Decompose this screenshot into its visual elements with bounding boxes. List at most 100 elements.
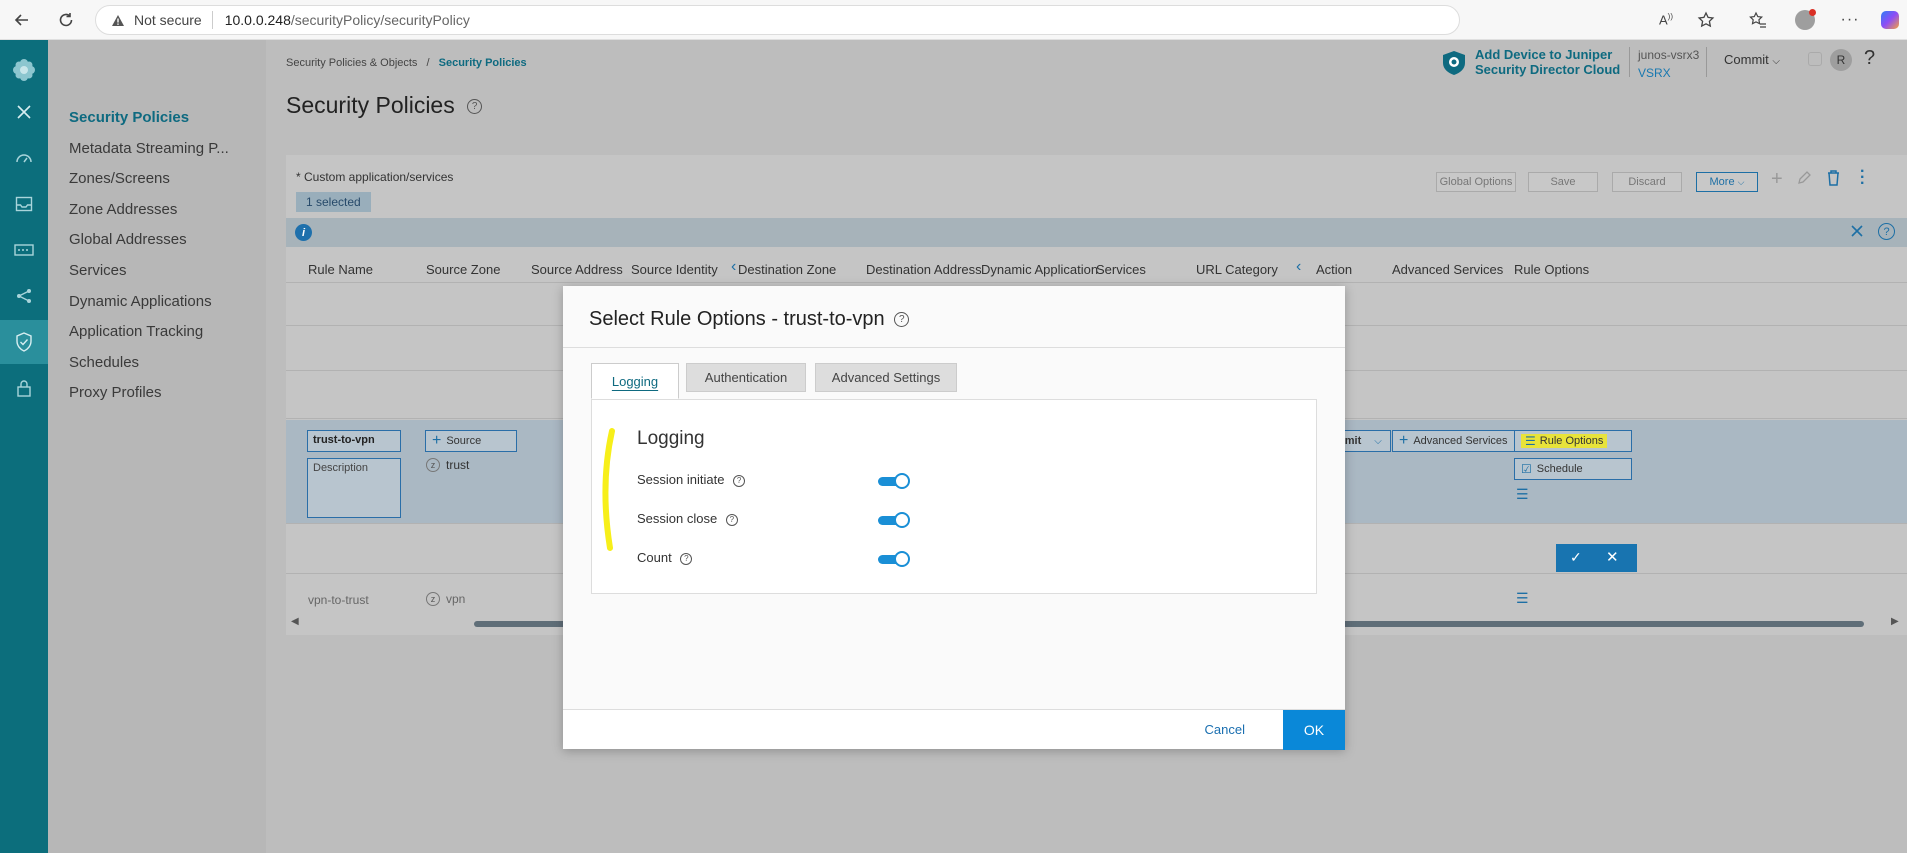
rule-options-modal: Select Rule Options - trust-to-vpn ? Log… (563, 286, 1345, 750)
count-toggle[interactable] (878, 551, 910, 567)
save-button[interactable]: Save (1528, 172, 1598, 192)
help-question-icon[interactable]: ? (1864, 47, 1875, 70)
collapse-left-icon[interactable]: ‹ (731, 258, 736, 276)
cancel-button[interactable]: Cancel (1205, 722, 1245, 737)
edit-pencil-icon[interactable] (1796, 170, 1812, 189)
help-icon[interactable]: ? (733, 474, 746, 487)
col-action[interactable]: Action (1316, 262, 1352, 277)
list-icon[interactable]: ☰ (1516, 590, 1529, 607)
scroll-right-icon[interactable]: ▶ (1891, 616, 1899, 627)
description-input[interactable]: Description (307, 458, 401, 518)
col-services[interactable]: Services (1096, 262, 1146, 277)
help-circle-icon[interactable]: ? (1878, 223, 1895, 240)
col-source-zone[interactable]: Source Zone (426, 262, 500, 277)
schedule-button[interactable]: ☑ Schedule (1514, 458, 1632, 480)
session-close-toggle[interactable] (878, 512, 910, 528)
col-rule-name[interactable]: Rule Name (308, 262, 373, 277)
tab-authentication[interactable]: Authentication (686, 363, 806, 392)
session-initiate-label: Session initiate ? (637, 472, 746, 487)
count-label: Count ? (637, 550, 693, 565)
help-icon[interactable]: ? (894, 312, 910, 328)
rule-name-input[interactable]: trust-to-vpn (307, 430, 401, 452)
help-icon[interactable]: ? (725, 513, 738, 526)
list-icon[interactable]: ☰ (1516, 486, 1529, 503)
sidemenu-item-dynamic-applications[interactable]: Dynamic Applications (69, 293, 212, 310)
sidemenu-item-security-policies[interactable]: Security Policies (69, 109, 189, 126)
back-arrow-icon[interactable] (10, 8, 34, 32)
close-filter-icon[interactable] (1850, 224, 1864, 241)
logging-tab-panel: Logging Session initiate ? Session close… (591, 399, 1317, 594)
sidemenu-item-application-tracking[interactable]: Application Tracking (69, 323, 203, 340)
row-confirm-bar: ✓ ✕ (1556, 544, 1637, 572)
device-type: VSRX (1638, 66, 1671, 80)
commit-menu[interactable]: Commit ⌵ (1724, 52, 1780, 67)
more-button[interactable]: More ⌵ (1696, 172, 1758, 192)
col-source-address[interactable]: Source Address (531, 262, 623, 277)
breadcrumb-root[interactable]: Security Policies & Objects (286, 57, 417, 69)
browser-toolbar: Not secure 10.0.0.248/securityPolicy/sec… (0, 0, 1907, 40)
col-source-identity[interactable]: Source Identity (631, 262, 718, 277)
add-icon[interactable]: + (1771, 168, 1783, 191)
dashboard-gauge-icon[interactable] (0, 136, 48, 180)
plus-icon: + (432, 432, 442, 449)
kebab-menu-icon[interactable]: · · · (1860, 164, 1865, 192)
source-zone-value: z trust (426, 458, 469, 472)
favorite-star-icon[interactable] (1694, 8, 1718, 32)
breadcrumb: Security Policies & Objects / Security P… (286, 57, 527, 69)
notification-icon[interactable] (1808, 52, 1822, 66)
info-icon: i (295, 224, 312, 241)
security-shield-icon[interactable] (0, 320, 48, 364)
discard-button[interactable]: Discard (1612, 172, 1682, 192)
address-bar[interactable]: Not secure 10.0.0.248/securityPolicy/sec… (95, 5, 1460, 35)
zone-icon: z (426, 458, 440, 472)
tab-advanced-settings[interactable]: Advanced Settings (815, 363, 957, 392)
sidemenu-item-zone-addresses[interactable]: Zone Addresses (69, 201, 177, 218)
advanced-services-button[interactable]: + Advanced Services (1392, 430, 1516, 452)
refresh-icon[interactable] (54, 8, 78, 32)
sidemenu-item-schedules[interactable]: Schedules (69, 354, 139, 371)
help-icon[interactable]: ? (467, 99, 483, 115)
col-dynamic-application[interactable]: Dynamic Application (981, 262, 1098, 277)
sidemenu-item-metadata-streaming[interactable]: Metadata Streaming P... (69, 140, 229, 157)
copilot-icon[interactable] (1878, 8, 1902, 32)
col-advanced-services[interactable]: Advanced Services (1392, 262, 1503, 277)
lock-icon[interactable] (0, 366, 48, 410)
favorites-list-icon[interactable] (1746, 8, 1770, 32)
side-menu: Security Policies Metadata Streaming P..… (48, 40, 266, 853)
sidemenu-item-global-addresses[interactable]: Global Addresses (69, 231, 187, 248)
tab-logging[interactable]: Logging (591, 363, 679, 399)
check-icon[interactable]: ✓ (1570, 549, 1582, 566)
device-name: junos-vsrx3 (1638, 48, 1700, 62)
custom-note: * Custom application/services (296, 170, 454, 184)
sidemenu-item-services[interactable]: Services (69, 262, 127, 279)
sidemenu-item-zones-screens[interactable]: Zones/Screens (69, 170, 170, 187)
ok-button[interactable]: OK (1283, 710, 1345, 750)
global-options-button[interactable]: Global Options (1436, 172, 1516, 192)
col-destination-zone[interactable]: Destination Zone (738, 262, 836, 277)
modal-footer: Cancel OK (563, 709, 1345, 750)
more-menu-icon[interactable]: ··· (1838, 8, 1862, 32)
col-rule-options[interactable]: Rule Options (1514, 262, 1589, 277)
network-share-icon[interactable] (0, 274, 48, 318)
monitor-inbox-icon[interactable] (0, 182, 48, 226)
read-aloud-icon[interactable]: A)) (1654, 8, 1678, 32)
collapse-left-icon[interactable]: ‹ (1296, 258, 1301, 276)
modal-title: Select Rule Options - trust-to-vpn ? (589, 308, 910, 331)
device-icon[interactable] (0, 228, 48, 272)
add-source-button[interactable]: + Source (425, 430, 517, 452)
session-initiate-toggle[interactable] (878, 473, 910, 489)
scroll-left-icon[interactable]: ◀ (291, 616, 299, 627)
close-icon[interactable]: ✕ (1606, 548, 1619, 566)
delete-trash-icon[interactable] (1826, 169, 1841, 189)
col-url-category[interactable]: URL Category (1196, 262, 1278, 277)
avatar[interactable]: R (1830, 49, 1852, 71)
help-icon[interactable]: ? (680, 552, 693, 565)
sidemenu-item-proxy-profiles[interactable]: Proxy Profiles (69, 384, 162, 401)
add-device-link[interactable]: Add Device to Juniper Security Director … (1475, 47, 1620, 77)
row2-rule-name[interactable]: vpn-to-trust (308, 593, 369, 607)
close-icon[interactable] (0, 90, 48, 134)
col-destination-address[interactable]: Destination Address (866, 262, 982, 277)
profile-icon[interactable] (1793, 8, 1817, 32)
rule-options-button[interactable]: ☰ Rule Options (1514, 430, 1632, 452)
selected-count-badge: 1 selected (296, 192, 371, 212)
